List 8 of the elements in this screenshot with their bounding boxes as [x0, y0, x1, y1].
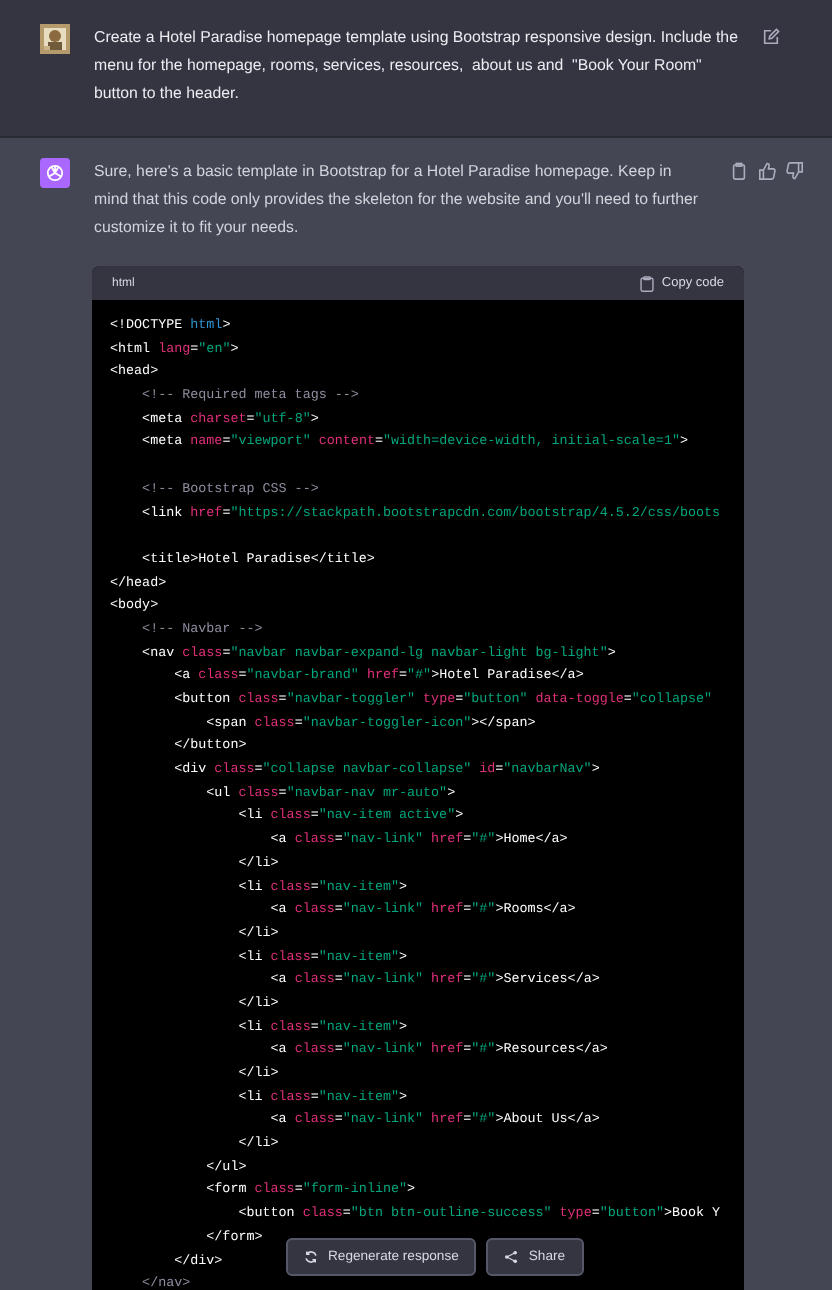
clipboard-icon[interactable]: [730, 162, 748, 180]
clipboard-icon: [639, 275, 654, 291]
thumbs-up-icon[interactable]: [758, 162, 776, 180]
thumbs-down-icon[interactable]: [786, 162, 804, 180]
assistant-avatar-icon: [40, 158, 70, 188]
share-icon: [504, 1250, 519, 1264]
refresh-icon: [304, 1250, 318, 1264]
edit-icon[interactable]: [762, 28, 780, 46]
